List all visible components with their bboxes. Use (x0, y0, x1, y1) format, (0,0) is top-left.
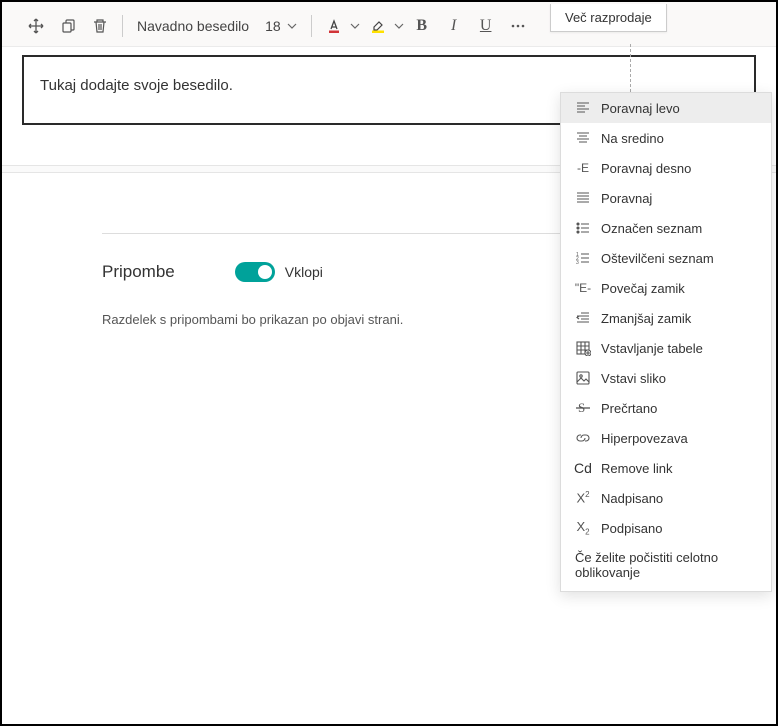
trash-icon (92, 18, 108, 34)
table-icon (575, 340, 591, 356)
strike-icon: S (575, 400, 591, 416)
bold-button[interactable]: B (408, 12, 436, 40)
menu-item-link[interactable]: Hiperpovezava (561, 423, 771, 453)
separator (122, 15, 123, 37)
move-icon (28, 18, 44, 34)
svg-text:3: 3 (576, 260, 579, 266)
menu-item-label: Remove link (601, 461, 673, 476)
image-icon (575, 370, 591, 386)
number-icon: 123 (575, 250, 591, 266)
chevron-down-icon (287, 23, 297, 29)
menu-item-label: Hiperpovezava (601, 431, 688, 446)
menu-item-outdent[interactable]: Zmanjšaj zamik (561, 303, 771, 333)
highlight-icon (370, 18, 386, 34)
sub-icon: X2 (575, 520, 591, 536)
unlink-icon: Cd (575, 460, 591, 476)
menu-item-align-justify[interactable]: Poravnaj (561, 183, 771, 213)
align-center-icon (575, 130, 591, 146)
bullet-icon (575, 220, 591, 236)
move-button[interactable] (22, 12, 50, 40)
font-size-select[interactable]: 18 (259, 16, 303, 36)
toggle-label: Vklopi (285, 264, 323, 280)
menu-item-unlink[interactable]: Cd Remove link (561, 453, 771, 483)
separator (311, 15, 312, 37)
chevron-down-icon (350, 23, 360, 29)
align-justify-icon (575, 190, 591, 206)
menu-item-bullet[interactable]: Označen seznam (561, 213, 771, 243)
menu-item-sub[interactable]: X2 Podpisano (561, 513, 771, 543)
menu-item-table[interactable]: Vstavljanje tabele (561, 333, 771, 363)
menu-item-label: Poravnaj (601, 191, 652, 206)
menu-item-super[interactable]: X2 Nadpisano (561, 483, 771, 513)
column-guide (630, 44, 631, 92)
outdent-icon (575, 310, 591, 326)
menu-item-clear[interactable]: Če želite počistiti celotno oblikovanje (561, 543, 771, 587)
highlight-color-button[interactable] (364, 12, 404, 40)
underline-button[interactable]: U (472, 12, 500, 40)
menu-item-align-right-e[interactable]: -E Poravnaj desno (561, 153, 771, 183)
toggle-knob (258, 265, 272, 279)
menu-item-align-left[interactable]: Poravnaj levo (561, 93, 771, 123)
menu-item-label: Na sredino (601, 131, 664, 146)
font-size-label: 18 (265, 18, 281, 34)
menu-item-label: Če želite počistiti celotno oblikovanje (575, 550, 757, 580)
align-left-icon (575, 100, 591, 116)
delete-button[interactable] (86, 12, 114, 40)
super-icon: X2 (575, 490, 591, 506)
align-right-e-icon: -E (575, 160, 591, 176)
indent-e-icon: "E- (575, 280, 591, 296)
text-style-select[interactable]: Navadno besedilo (131, 16, 255, 36)
more-tooltip: Več razprodaje (550, 4, 667, 32)
menu-item-strike[interactable]: S Prečrtano (561, 393, 771, 423)
more-options-menu: Poravnaj levo Na sredino -E Poravnaj desno P… (560, 92, 772, 592)
menu-item-label: Podpisano (601, 521, 662, 536)
ellipsis-icon (510, 18, 526, 34)
comments-title: Pripombe (102, 262, 175, 282)
menu-item-label: Poravnaj levo (601, 101, 680, 116)
menu-item-label: Nadpisano (601, 491, 663, 506)
text-style-label: Navadno besedilo (137, 18, 249, 34)
menu-item-label: Označen seznam (601, 221, 702, 236)
comments-toggle[interactable] (235, 262, 275, 282)
menu-item-label: Povečaj zamik (601, 281, 685, 296)
link-icon (575, 430, 591, 446)
duplicate-button[interactable] (54, 12, 82, 40)
chevron-down-icon (394, 23, 404, 29)
menu-item-label: Prečrtano (601, 401, 657, 416)
menu-item-label: Oštevilčeni seznam (601, 251, 714, 266)
menu-item-image[interactable]: Vstavi sliko (561, 363, 771, 393)
menu-item-indent-e[interactable]: "E- Povečaj zamik (561, 273, 771, 303)
menu-item-label: Vstavi sliko (601, 371, 666, 386)
menu-item-number[interactable]: 123 Oštevilčeni seznam (561, 243, 771, 273)
font-color-icon (326, 18, 342, 34)
more-options-button[interactable] (504, 12, 532, 40)
menu-item-label: Poravnaj desno (601, 161, 691, 176)
font-color-button[interactable] (320, 12, 360, 40)
menu-item-label: Vstavljanje tabele (601, 341, 703, 356)
menu-item-label: Zmanjšaj zamik (601, 311, 691, 326)
italic-button[interactable]: I (440, 12, 468, 40)
copy-icon (60, 18, 76, 34)
menu-item-align-center[interactable]: Na sredino (561, 123, 771, 153)
